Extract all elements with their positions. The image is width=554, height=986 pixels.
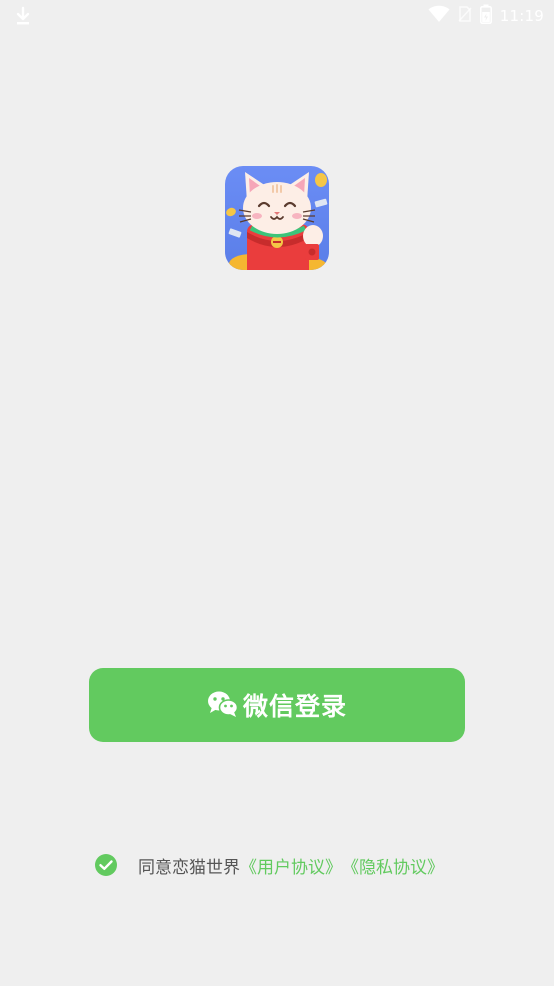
wechat-login-label: 微信登录	[242, 693, 347, 721]
agreement-prefix: 同意恋猫世界	[138, 857, 240, 878]
battery-icon	[479, 4, 492, 28]
wifi-icon	[428, 5, 450, 27]
user-agreement-link[interactable]: 《用户协议》	[240, 853, 342, 878]
wechat-login-button[interactable]: 微信登录	[89, 668, 465, 742]
check-circle-icon	[95, 854, 117, 876]
agreement-checkbox[interactable]	[94, 853, 118, 877]
privacy-policy-link[interactable]: 《隐私协议》	[342, 853, 444, 878]
agreement-row: 同意恋猫世界 《用户协议》 《隐私协议》	[94, 852, 444, 878]
lucky-cat-app-icon	[225, 166, 329, 270]
status-time: 11:19	[499, 7, 544, 25]
no-sim-icon	[458, 5, 472, 27]
wechat-icon	[207, 690, 239, 721]
status-bar: 11:19	[0, 0, 554, 32]
download-icon	[14, 6, 32, 26]
